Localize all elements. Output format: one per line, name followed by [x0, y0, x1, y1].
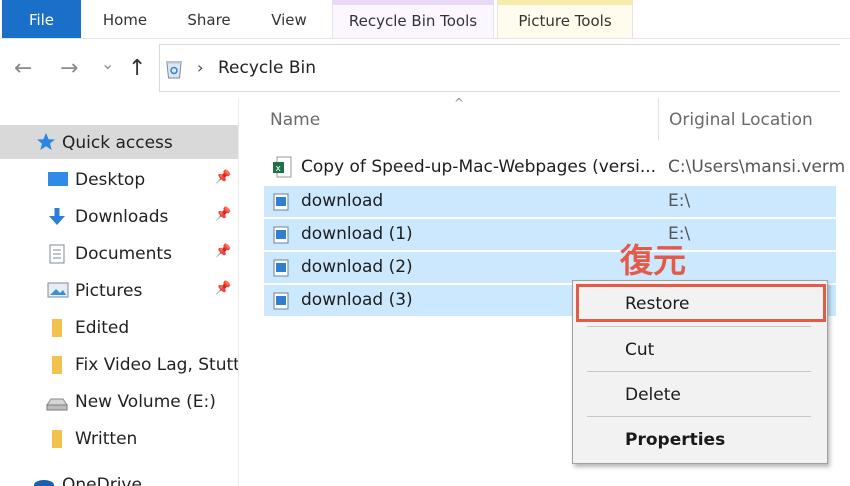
- nav-item-written[interactable]: Written: [0, 421, 238, 455]
- column-header-name[interactable]: Name: [270, 110, 320, 130]
- nav-label: Documents: [75, 244, 172, 264]
- tab-picture-tools[interactable]: Picture Tools: [497, 0, 633, 38]
- nav-label: Desktop: [75, 170, 146, 190]
- forward-arrow-icon[interactable]: →: [60, 56, 78, 81]
- nav-label: Pictures: [75, 281, 143, 301]
- tab-home[interactable]: Home: [96, 0, 154, 38]
- file-row[interactable]: x Copy of Speed-up-Mac-Webpages (versi..…: [264, 152, 845, 183]
- nav-label: New Volume (E:): [75, 392, 216, 412]
- pin-icon: 📌: [215, 244, 232, 259]
- nav-item-fix-video-lag[interactable]: Fix Video Lag, Stutte: [0, 347, 238, 381]
- menu-item-delete[interactable]: Delete: [625, 385, 681, 405]
- nav-item-documents[interactable]: Documents 📌: [0, 236, 238, 270]
- file-row-selected[interactable]: download (1) E:\: [264, 219, 836, 250]
- pictures-icon: [47, 281, 69, 303]
- recent-locations-chevron-icon[interactable]: ⌄: [101, 54, 114, 73]
- up-arrow-icon[interactable]: ↑: [128, 56, 146, 81]
- nav-label: Quick access: [62, 133, 173, 153]
- file-name: download (1): [301, 224, 413, 244]
- back-arrow-icon[interactable]: ←: [14, 56, 32, 81]
- column-separator[interactable]: [658, 98, 659, 140]
- nav-label: Fix Video Lag, Stutte: [75, 355, 238, 375]
- menu-item-properties[interactable]: Properties: [625, 430, 725, 450]
- nav-item-quick-access[interactable]: Quick access: [0, 125, 238, 159]
- nav-label: OneDrive: [62, 475, 142, 486]
- excel-file-icon: x: [272, 156, 292, 182]
- folder-icon: [51, 355, 63, 379]
- menu-separator: [587, 371, 811, 372]
- nav-item-onedrive[interactable]: OneDrive: [0, 467, 238, 486]
- restore-highlight-box: [576, 284, 826, 322]
- drive-icon: [45, 396, 69, 415]
- recycle-bin-icon: [164, 58, 184, 84]
- tab-recycle-bin-tools[interactable]: Recycle Bin Tools: [332, 0, 494, 38]
- file-name: download (3): [301, 290, 413, 310]
- nav-label: Written: [75, 429, 138, 449]
- cloud-icon: [32, 475, 56, 486]
- pane-divider: [238, 97, 239, 486]
- pin-icon: 📌: [215, 281, 232, 296]
- folder-icon: [51, 318, 63, 342]
- breadcrumb-separator: ›: [197, 58, 204, 77]
- image-file-icon: [273, 259, 289, 281]
- desktop-icon: [47, 170, 69, 192]
- nav-item-downloads[interactable]: Downloads 📌: [0, 199, 238, 233]
- star-icon: [36, 132, 56, 156]
- menu-separator: [587, 416, 811, 417]
- tab-share[interactable]: Share: [178, 0, 240, 38]
- nav-item-edited[interactable]: Edited: [0, 310, 238, 344]
- downloads-arrow-icon: [48, 207, 66, 231]
- nav-label: Downloads: [75, 207, 169, 227]
- pin-icon: 📌: [215, 170, 232, 185]
- ribbon-divider: [0, 38, 850, 39]
- restore-callout-label: 復元: [620, 241, 686, 280]
- tab-file[interactable]: File: [2, 0, 81, 38]
- tab-view[interactable]: View: [262, 0, 316, 38]
- image-file-icon: [273, 193, 289, 215]
- pin-icon: 📌: [215, 207, 232, 222]
- file-name: download (2): [301, 257, 413, 277]
- nav-item-pictures[interactable]: Pictures 📌: [0, 273, 238, 307]
- menu-item-cut[interactable]: Cut: [625, 340, 654, 360]
- file-row-selected[interactable]: download E:\: [264, 186, 836, 217]
- column-header-original-location[interactable]: Original Location: [669, 110, 813, 130]
- nav-label: Edited: [75, 318, 130, 338]
- sort-ascending-icon: ^: [454, 96, 465, 110]
- image-file-icon: [273, 292, 289, 314]
- folder-icon: [51, 429, 63, 453]
- file-name: Copy of Speed-up-Mac-Webpages (versi...: [301, 157, 657, 177]
- navigation-pane: Quick access Desktop 📌 Downloads 📌 Docum…: [0, 97, 238, 486]
- menu-separator: [587, 326, 811, 327]
- svg-text:x: x: [276, 164, 282, 174]
- ribbon-tabs: File Home Share View Recycle Bin Tools P…: [0, 0, 850, 38]
- file-location: E:\: [668, 191, 691, 211]
- file-location: C:\Users\mansi.verm: [668, 157, 846, 177]
- nav-item-new-volume[interactable]: New Volume (E:): [0, 384, 238, 418]
- image-file-icon: [273, 226, 289, 248]
- nav-item-desktop[interactable]: Desktop 📌: [0, 162, 238, 196]
- file-name: download: [301, 191, 384, 211]
- documents-icon: [48, 244, 66, 268]
- breadcrumb-recycle-bin[interactable]: Recycle Bin: [218, 58, 316, 78]
- file-row-selected[interactable]: download (2): [264, 252, 836, 283]
